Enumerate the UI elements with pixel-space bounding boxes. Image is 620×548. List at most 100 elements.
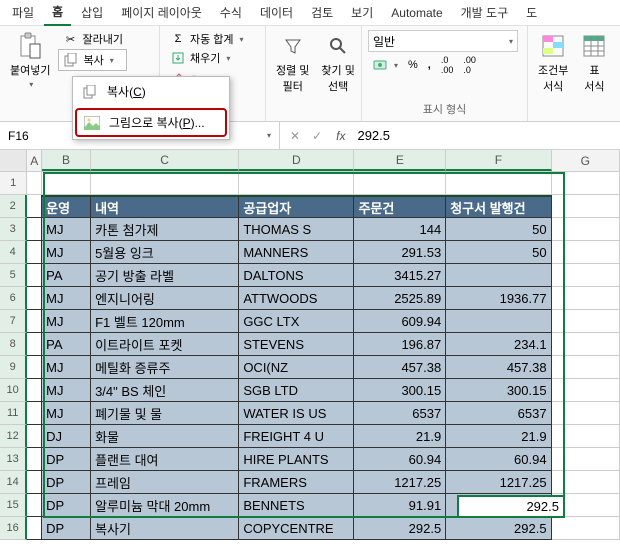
row-header[interactable]: 5 <box>0 264 27 287</box>
cell[interactable]: 카톤 첨가제 <box>91 218 239 241</box>
cell[interactable] <box>552 172 620 195</box>
cell[interactable] <box>27 517 42 540</box>
cell[interactable] <box>42 172 91 195</box>
autosum-button[interactable]: Σ 자동 합계 ▾ <box>166 30 248 48</box>
menu-view[interactable]: 보기 <box>343 0 381 25</box>
cell[interactable]: 60.94 <box>446 448 551 471</box>
cell[interactable] <box>552 310 620 333</box>
enter-formula-button[interactable]: ✓ <box>308 129 326 143</box>
cell[interactable] <box>27 264 42 287</box>
cell[interactable]: 144 <box>354 218 446 241</box>
cell[interactable] <box>27 218 42 241</box>
cell[interactable] <box>552 471 620 494</box>
col-header-C[interactable]: C <box>91 150 239 171</box>
menu-more[interactable]: 도 <box>518 0 545 25</box>
cell[interactable]: 1217.25 <box>354 471 446 494</box>
cell[interactable]: 292.5 <box>354 517 446 540</box>
cell[interactable]: ATTWOODS <box>239 287 354 310</box>
cell[interactable] <box>552 264 620 287</box>
col-header-E[interactable]: E <box>354 150 446 171</box>
cell[interactable]: 196.87 <box>354 333 446 356</box>
cell[interactable]: MJ <box>42 402 91 425</box>
row-header[interactable]: 2 <box>0 195 27 218</box>
cell[interactable]: 알루미늄 막대 20mm <box>91 494 239 517</box>
cell[interactable]: 91.91 <box>446 494 551 517</box>
cell[interactable]: SGB LTD <box>239 379 354 402</box>
formula-input[interactable]: 292.5 <box>349 128 398 143</box>
sort-filter-button[interactable]: 정렬 및 필터 <box>272 30 313 96</box>
col-header-F[interactable]: F <box>446 150 551 171</box>
row-header[interactable]: 16 <box>0 517 27 540</box>
col-header-D[interactable]: D <box>239 150 354 171</box>
row-header[interactable]: 1 <box>0 172 27 195</box>
row-header[interactable]: 6 <box>0 287 27 310</box>
row-header[interactable]: 9 <box>0 356 27 379</box>
row-header[interactable]: 8 <box>0 333 27 356</box>
cell[interactable] <box>552 379 620 402</box>
cell[interactable]: 복사기 <box>91 517 239 540</box>
row-header[interactable]: 14 <box>0 471 27 494</box>
cell[interactable]: 메틸화 증류주 <box>91 356 239 379</box>
fx-icon[interactable]: fx <box>332 129 349 143</box>
col-header-G[interactable]: G <box>552 150 620 171</box>
comma-button[interactable]: , <box>424 54 435 76</box>
cell[interactable] <box>27 402 42 425</box>
cell[interactable]: 플랜트 대여 <box>91 448 239 471</box>
cell[interactable] <box>91 172 239 195</box>
cell[interactable]: 6537 <box>354 402 446 425</box>
cell[interactable]: 91.91 <box>354 494 446 517</box>
cell[interactable]: 공기 방출 라벨 <box>91 264 239 287</box>
cell[interactable]: FREIGHT 4 U <box>239 425 354 448</box>
paste-button[interactable]: 붙여넣기 ▾ <box>6 30 54 91</box>
row-header[interactable]: 10 <box>0 379 27 402</box>
copy-menu-copy[interactable]: 복사(C) <box>73 77 229 106</box>
cell[interactable]: WATER IS US <box>239 402 354 425</box>
cell[interactable]: 3415.27 <box>354 264 446 287</box>
cell[interactable]: 프레임 <box>91 471 239 494</box>
cell[interactable]: DP <box>42 471 91 494</box>
increase-decimal-button[interactable]: .0.00 <box>437 54 458 76</box>
cell[interactable]: MJ <box>42 218 91 241</box>
cell[interactable] <box>354 172 446 195</box>
row-header[interactable]: 7 <box>0 310 27 333</box>
cell[interactable]: 292.5 <box>446 517 551 540</box>
cell[interactable]: 1217.25 <box>446 471 551 494</box>
cell[interactable] <box>552 448 620 471</box>
cell[interactable] <box>552 195 620 218</box>
menu-developer[interactable]: 개발 도구 <box>453 0 517 25</box>
cell[interactable]: OCI(NZ <box>239 356 354 379</box>
cell[interactable] <box>446 310 551 333</box>
currency-button[interactable]: ▾ <box>368 54 402 76</box>
cut-button[interactable]: ✂ 잘라내기 <box>58 30 126 48</box>
cell[interactable]: 50 <box>446 218 551 241</box>
copy-menu-copy-as-picture[interactable]: 그림으로 복사(P)... <box>75 108 227 137</box>
cell[interactable]: 5월용 잉크 <box>91 241 239 264</box>
cell[interactable] <box>27 356 42 379</box>
cell[interactable] <box>27 425 42 448</box>
cell[interactable] <box>552 425 620 448</box>
cell[interactable]: PA <box>42 264 91 287</box>
cell[interactable] <box>552 517 620 540</box>
row-header[interactable]: 4 <box>0 241 27 264</box>
menu-home[interactable]: 홈 <box>44 0 71 26</box>
cell[interactable]: 300.15 <box>446 379 551 402</box>
cell[interactable]: 50 <box>446 241 551 264</box>
cell[interactable] <box>27 471 42 494</box>
cell[interactable] <box>552 333 620 356</box>
cell[interactable] <box>239 172 354 195</box>
cell[interactable]: DP <box>42 494 91 517</box>
menu-page-layout[interactable]: 페이지 레이아웃 <box>113 0 210 25</box>
cell[interactable]: 내역 <box>91 195 239 218</box>
cell[interactable] <box>27 448 42 471</box>
cell[interactable]: 300.15 <box>354 379 446 402</box>
cell[interactable]: F1 벨트 120mm <box>91 310 239 333</box>
row-header[interactable]: 13 <box>0 448 27 471</box>
decrease-decimal-button[interactable]: .00.0 <box>459 54 480 76</box>
cell[interactable]: 공급업자 <box>239 195 354 218</box>
table-format-button[interactable]: 표 서식 <box>576 30 612 96</box>
cell[interactable]: 3/4" BS 체인 <box>91 379 239 402</box>
cell[interactable]: 6537 <box>446 402 551 425</box>
cell[interactable] <box>27 241 42 264</box>
cell[interactable]: MJ <box>42 241 91 264</box>
cell[interactable] <box>552 494 620 517</box>
